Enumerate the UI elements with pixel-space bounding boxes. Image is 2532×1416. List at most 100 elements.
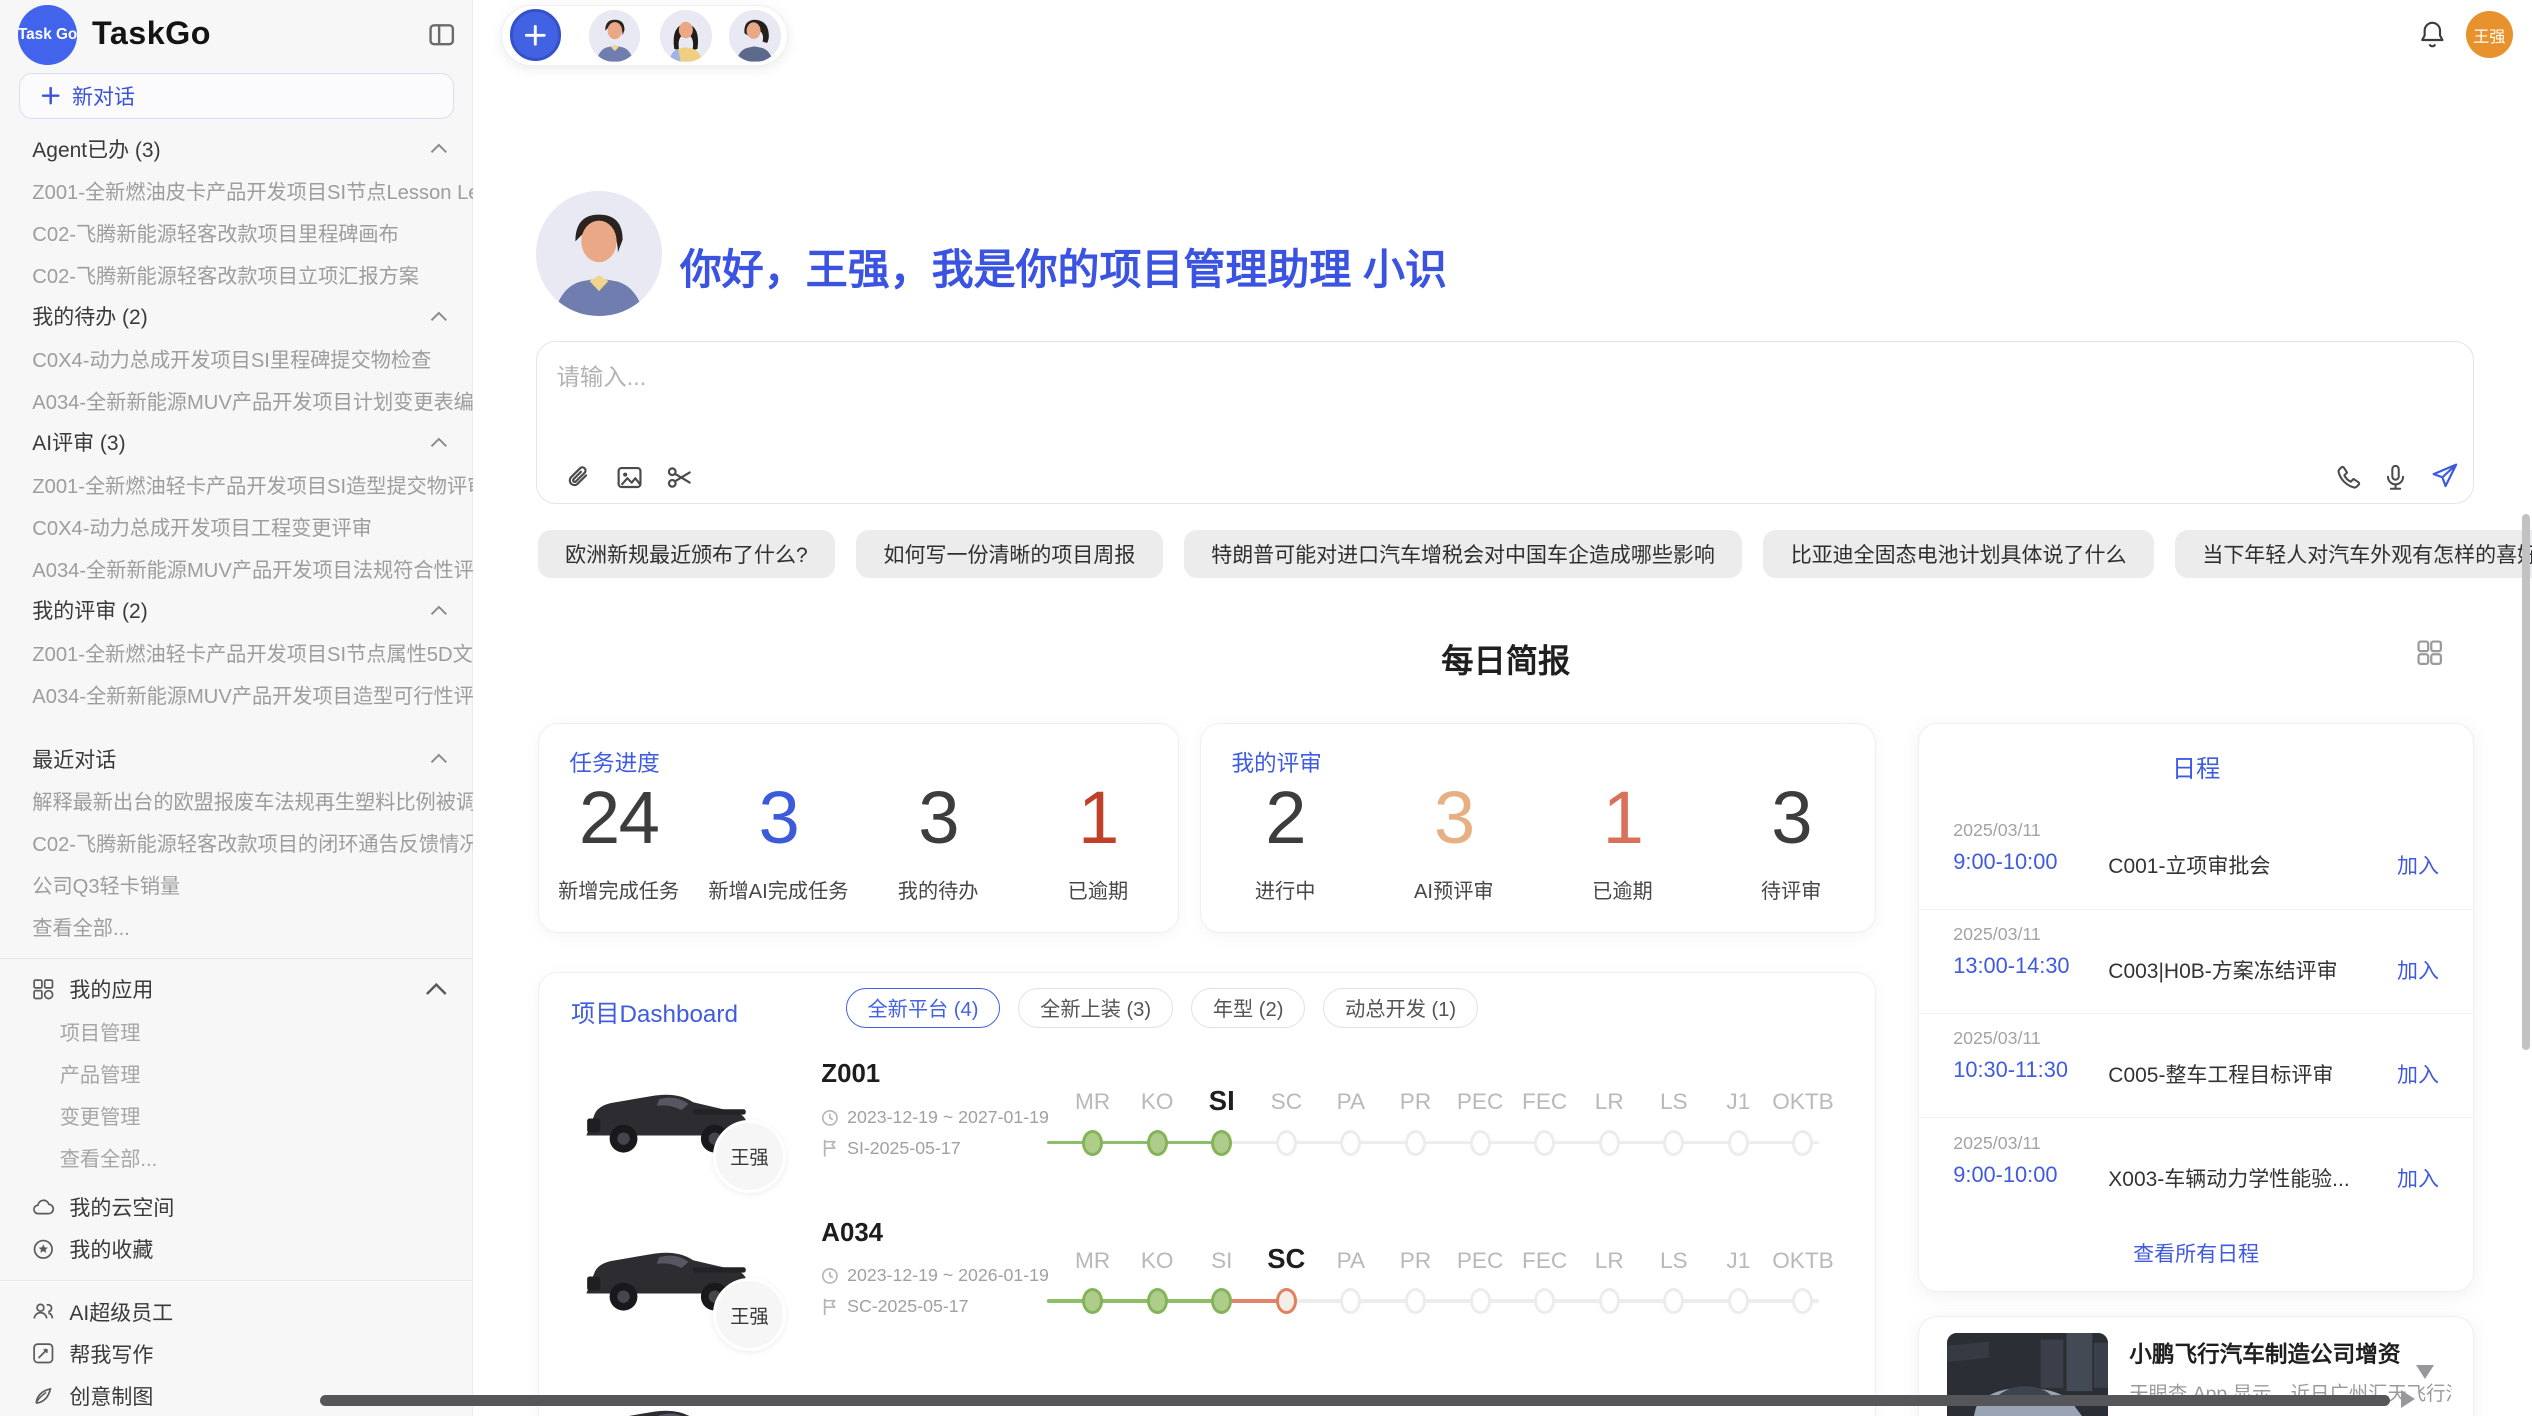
milestone: PR — [1383, 1047, 1448, 1204]
notification-bell-icon[interactable] — [2417, 19, 2448, 50]
sidebar-group-agent-done[interactable]: Agent已办 (3) — [0, 128, 473, 170]
sidebar-group-my-todo[interactable]: 我的待办 (2) — [0, 296, 473, 338]
sidebar-item[interactable]: Z001-全新燃油皮卡产品开发项目SI节点Lesson Learn报告 — [0, 170, 473, 212]
milestone-dot — [1599, 1288, 1620, 1314]
sidebar-group-my-review[interactable]: 我的评审 (2) — [0, 589, 473, 631]
sidebar-item[interactable]: Z001-全新燃油轻卡产品开发项目SI节点属性5D文件评审 — [0, 631, 473, 673]
horizontal-scrollbar[interactable] — [320, 1395, 2390, 1406]
phone-icon — [2334, 463, 2363, 492]
filter-chip[interactable]: 动总开发 (1) — [1323, 988, 1478, 1028]
milestone: KO — [1125, 1047, 1190, 1204]
milestone: OKTB — [1771, 1206, 1836, 1363]
schedule-title: 日程 — [1919, 749, 2472, 784]
sidebar-item-cloud-space[interactable]: 我的云空间 — [0, 1186, 473, 1228]
milestone-dot — [1276, 1130, 1297, 1156]
sidebar-item[interactable]: C0X4-动力总成开发项目工程变更评审 — [0, 505, 473, 547]
milestone-dot — [1728, 1130, 1749, 1156]
project-row[interactable]: 王强 A034 2023-12-19 ~ 2026-01-19 SC-2025-… — [539, 1206, 1878, 1363]
send-icon — [2430, 461, 2459, 490]
sidebar-item-view-all-apps[interactable]: 查看全部... — [0, 1136, 473, 1178]
attach-file-button[interactable] — [565, 463, 594, 492]
join-button[interactable]: 加入 — [2397, 1059, 2439, 1089]
sidebar-item[interactable]: C02-飞腾新能源轻客改款项目立项汇报方案 — [0, 254, 473, 296]
milestone: MR — [1060, 1206, 1125, 1363]
project-flag: SC-2025-05-17 — [821, 1296, 968, 1317]
sidebar-nav: Agent已办 (3) Z001-全新燃油皮卡产品开发项目SI节点Lesson … — [0, 128, 473, 1416]
sidebar-item[interactable]: C0X4-动力总成开发项目SI里程碑提交物检查 — [0, 337, 473, 379]
milestone: SI — [1189, 1047, 1254, 1204]
milestone: KO — [1125, 1206, 1190, 1363]
sidebar-item[interactable]: C02-飞腾新能源轻客改款项目里程碑画布 — [0, 212, 473, 254]
sidebar-group-ai-review[interactable]: AI评审 (3) — [0, 421, 473, 463]
sidebar-item-favorites[interactable]: 我的收藏 — [0, 1228, 473, 1270]
milestone-dot — [1082, 1288, 1103, 1314]
milestone-dot — [1276, 1288, 1297, 1314]
cloud-icon — [32, 1196, 55, 1219]
scroll-right-arrow[interactable] — [2401, 1390, 2415, 1408]
sidebar-group-recent-chats[interactable]: 最近对话 — [0, 738, 473, 780]
microphone-button[interactable] — [2381, 463, 2410, 492]
sidebar-item-app[interactable]: 产品管理 — [0, 1052, 473, 1094]
stat: 2 进行中 — [1201, 776, 1370, 904]
view-all-schedule-link[interactable]: 查看所有日程 — [1919, 1238, 2472, 1268]
vertical-scrollbar[interactable] — [2522, 514, 2530, 1050]
milestone-track: MR KO SI — [1060, 1206, 1835, 1363]
sidebar-item[interactable]: 解释最新出台的欧盟报废车法规再生塑料比例被调至15%... — [0, 780, 473, 822]
suggestion-chip[interactable]: 比亚迪全固态电池计划具体说了什么 — [1763, 530, 2154, 578]
assistant-avatar-3[interactable] — [729, 10, 781, 62]
insert-image-button[interactable] — [615, 463, 644, 492]
assistant-avatar-2[interactable] — [660, 10, 712, 62]
sidebar-item-help-me-write[interactable]: 帮我写作 — [0, 1333, 473, 1375]
suggestion-chip[interactable]: 特朗普可能对进口汽车增税会对中国车企造成哪些影响 — [1184, 530, 1743, 578]
sidebar-item[interactable]: A034-全新新能源MUV产品开发项目法规符合性评审 — [0, 547, 473, 589]
filter-chip[interactable]: 全新平台 (4) — [846, 988, 1001, 1028]
suggestion-chip[interactable]: 如何写一份清晰的项目周报 — [856, 530, 1163, 578]
send-button[interactable] — [2430, 461, 2459, 490]
user-avatar[interactable]: 王强 — [2466, 11, 2513, 58]
schedule-event: 2025/03/11 13:00-14:30 C003|H0B-方案冻结评审 加… — [1919, 910, 2472, 1014]
sidebar-item[interactable]: A034-全新新能源MUV产品开发项目造型可行性评审 — [0, 673, 473, 715]
sidebar-item[interactable]: C02-飞腾新能源轻客改款项目的闭环通告反馈情况 — [0, 822, 473, 864]
milestone-dot — [1599, 1130, 1620, 1156]
new-chat-button[interactable]: 新对话 — [19, 73, 453, 120]
project-row[interactable]: 王强 Z001 2023-12-19 ~ 2027-01-19 SI-2025-… — [539, 1047, 1878, 1204]
add-session-button[interactable] — [510, 9, 562, 61]
layout-grid-icon[interactable] — [2416, 639, 2443, 666]
filter-chip[interactable]: 年型 (2) — [1191, 988, 1306, 1028]
collapse-sidebar-icon[interactable] — [428, 21, 455, 48]
join-button[interactable]: 加入 — [2397, 850, 2439, 880]
suggestion-chip[interactable]: 当下年轻人对汽车外观有怎样的喜好趋势 — [2175, 530, 2532, 578]
milestone: J1 — [1706, 1047, 1771, 1204]
milestone-dot — [1663, 1288, 1684, 1314]
scroll-down-arrow[interactable] — [2416, 1365, 2434, 1379]
schedule-event: 2025/03/11 10:30-11:30 C005-整车工程目标评审 加入 — [1919, 1014, 2472, 1118]
paperclip-icon — [565, 463, 594, 492]
sidebar-item-app[interactable]: 项目管理 — [0, 1010, 473, 1052]
assistant-avatar-1[interactable] — [589, 10, 641, 62]
sidebar-item[interactable]: Z001-全新燃油轻卡产品开发项目SI造型提交物评审 — [0, 463, 473, 505]
milestone-dot — [1470, 1130, 1491, 1156]
milestone-dot — [1147, 1130, 1168, 1156]
sidebar-item[interactable]: A034-全新新能源MUV产品开发项目计划变更表编写 — [0, 379, 473, 421]
join-button[interactable]: 加入 — [2397, 955, 2439, 985]
chevron-up-icon — [430, 143, 448, 154]
milestone: FEC — [1512, 1206, 1577, 1363]
milestone-dot — [1792, 1288, 1813, 1314]
project-row-partial — [539, 1364, 1878, 1416]
sidebar-item-view-all[interactable]: 查看全部... — [0, 906, 473, 948]
voice-call-button[interactable] — [2334, 463, 2363, 492]
project-code: A034 — [821, 1219, 883, 1248]
filter-chip[interactable]: 全新上装 (3) — [1018, 988, 1173, 1028]
app-title: TaskGo — [92, 15, 211, 52]
sidebar-item-app[interactable]: 变更管理 — [0, 1094, 473, 1136]
sidebar-item-ai-super-staff[interactable]: AI超级员工 — [0, 1291, 473, 1333]
join-button[interactable]: 加入 — [2397, 1163, 2439, 1193]
milestone: J1 — [1706, 1206, 1771, 1363]
suggestion-chip[interactable]: 欧洲新规最近颁布了什么? — [538, 530, 835, 578]
sidebar-group-my-apps[interactable]: 我的应用 — [0, 968, 473, 1010]
chat-input[interactable] — [553, 355, 2336, 445]
sidebar-item[interactable]: 公司Q3轻卡销量 — [0, 864, 473, 906]
milestone: PR — [1383, 1206, 1448, 1363]
milestone: SI — [1189, 1206, 1254, 1363]
snippet-button[interactable] — [665, 463, 694, 492]
